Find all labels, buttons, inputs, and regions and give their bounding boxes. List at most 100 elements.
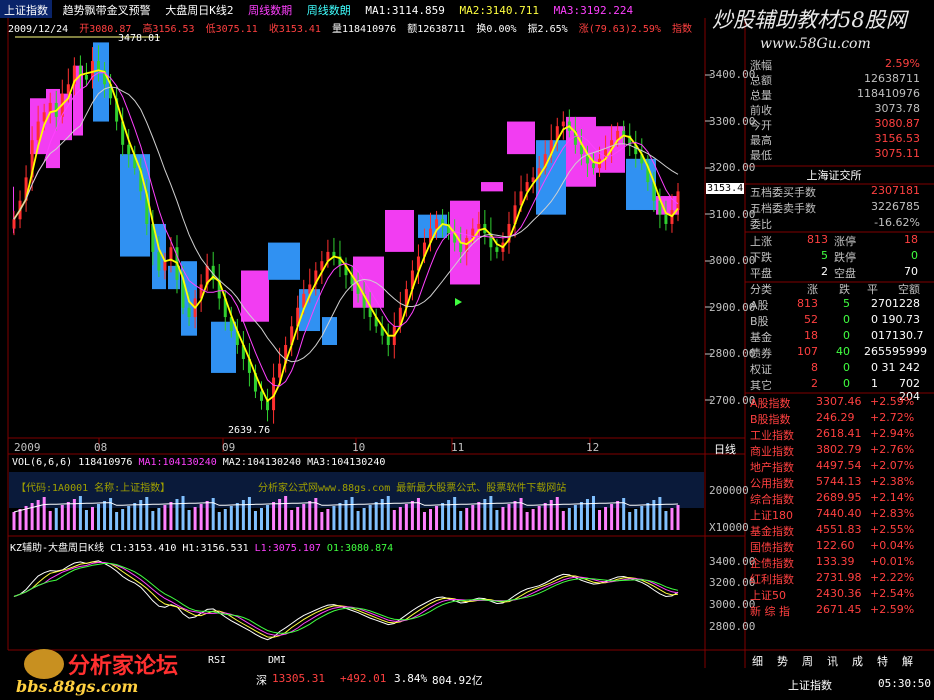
order-ratio-label: 委比 [750,218,772,231]
class-down: 0 [843,313,850,326]
volume-down-bar [54,508,58,530]
volume-header: VOL(6,6,6) 118410976 MA1:104130240 MA2:1… [12,457,385,468]
volume-down-bar [187,510,191,530]
index-row[interactable]: 新 综 指 2671.45 +2.59% [748,603,923,618]
index-change: +2.83% [870,507,915,520]
kz-axis-label: 2800.00 [709,620,756,633]
volume-up-bar [205,501,209,530]
volume-up-bar [531,509,535,530]
kz-header: KZ辅助-大盘周日K线 C1:3153.410 H1:3156.531 L1:3… [10,539,393,554]
index-row[interactable]: 公用指数 5744.13 +2.38% [748,475,923,490]
updown-label: 空盘 [834,267,856,280]
updown-panel: 上涨 813 涨停 18 下跌 5 跌停 0 平盘 2 空盘 70 [748,233,926,281]
index-row[interactable]: B股指数 246.29 +2.72% [748,411,923,426]
quote-label: 总额 [750,74,772,87]
tab-line-period[interactable]: 周线数期 [244,0,296,18]
info-date: 2009/12/24 [8,24,69,35]
class-name: 权证 [750,363,772,376]
class-flat: 0 [871,361,878,374]
index-name: B股指数 [750,413,791,426]
updown-label: 涨停 [834,235,856,248]
class-down: 5 [843,297,850,310]
quote-value: 3080.87 [874,117,921,130]
index-row[interactable]: 综合指数 2689.95 +2.14% [748,491,923,506]
index-name[interactable]: 上证指数 [0,0,52,18]
tab-week[interactable]: 周 [802,653,813,669]
order-ratio-row: 委比 -16.62% [748,216,920,231]
index-row[interactable]: 工业指数 2618.41 +2.94% [748,427,923,442]
index-row[interactable]: 上证180 7440.40 +2.83% [748,507,923,522]
index-row[interactable]: A股指数 3307.46 +2.59% [748,395,923,410]
quote-tabs: 细 势 周 讯 成 特 解 [748,651,928,669]
index-row[interactable]: 红利指数 2731.98 +2.22% [748,571,923,586]
index-value: 2671.45 [816,603,862,616]
candle-down-body [84,75,88,80]
candle-down-body [386,335,390,345]
index-row[interactable]: 地产指数 4497.54 +2.07% [748,459,923,474]
index-value: 2430.36 [816,587,862,600]
forum-logo[interactable]: 分析家论坛 bbs.88gs.com [6,647,204,697]
index-row[interactable]: 上证50 2430.36 +2.54% [748,587,923,602]
index-row[interactable]: 基金指数 4551.83 +2.55% [748,523,923,538]
tab-deals[interactable]: 成 [852,653,863,669]
quote-value: 118410976 [857,87,920,100]
volume-up-bar [48,511,52,530]
tab-explain[interactable]: 解 [902,653,913,669]
tab-special[interactable]: 特 [877,653,888,669]
index-name: 上证50 [750,589,786,602]
tab-week-period[interactable]: 周线数朗 [303,0,355,18]
candle-up-body [278,363,282,378]
volume-up-bar [36,500,40,530]
tab-trend[interactable]: 势 [777,653,788,669]
volume-down-bar [579,502,583,530]
index-row[interactable]: 企债指数 133.39 +0.01% [748,555,923,570]
volume-up-bar [199,504,203,530]
weekly-up-box [507,121,535,155]
cycle-label[interactable]: 日线 [714,441,736,457]
quote-value: 12638711 [864,72,920,85]
kz-o1-line [13,562,679,634]
class-down: 0 [843,361,850,374]
index-value: 133.39 [816,555,855,568]
volume-up-bar [284,496,288,530]
volume-down-bar [266,505,270,530]
indicator-name[interactable]: 趋势飘带金叉预警 [59,0,155,18]
class-name: A股 [750,299,769,312]
quote-label: 最低 [750,149,772,162]
kz-h1: H1:3156.531 [182,543,249,554]
weekly-up-box [481,182,503,192]
index-change: +2.72% [870,411,915,424]
candle-down-body [78,65,82,75]
kz-c1-line [13,560,679,641]
volume-up-bar [435,506,439,530]
volume-down-bar [181,496,185,530]
tab-dmi[interactable]: DMI [268,655,286,666]
candle-up-body [48,102,52,113]
class-header: 涨 [807,283,818,296]
volume-down-bar [386,496,390,530]
kz-name: KZ辅助-大盘周日K线 [10,543,105,554]
class-up: 52 [804,313,818,326]
index-value: 5744.13 [816,475,862,488]
quote-label: 涨幅 [750,59,772,72]
low-price-mark: 2639.76 [228,425,271,436]
volume-up-bar [169,502,173,530]
class-flat: 26 [864,345,878,358]
volume-down-bar [634,509,638,530]
vol-code-text: 【代码:1A0001 名称:上证指数】 [16,483,171,494]
volume-up-bar [272,502,276,530]
index-change: +2.59% [870,603,915,616]
class-name: 债券 [750,347,772,360]
tab-rsi[interactable]: RSI [208,655,226,666]
sell-volume-row: 五档委卖手数 3226785 [748,200,920,215]
volume-up-bar [60,505,64,530]
tab-news[interactable]: 讯 [827,653,838,669]
kz-l1: L1:3075.107 [254,543,321,554]
quote-row: 最高 3156.53 [748,132,920,147]
tab-detail[interactable]: 细 [752,653,763,669]
index-row[interactable]: 国债指数 122.60 +0.04% [748,539,923,554]
index-row[interactable]: 商业指数 3802.79 +2.76% [748,443,923,458]
quote-value: 3156.53 [874,132,921,145]
weekly-up-box [241,270,269,322]
info-close: 收3153.41 [268,24,321,35]
